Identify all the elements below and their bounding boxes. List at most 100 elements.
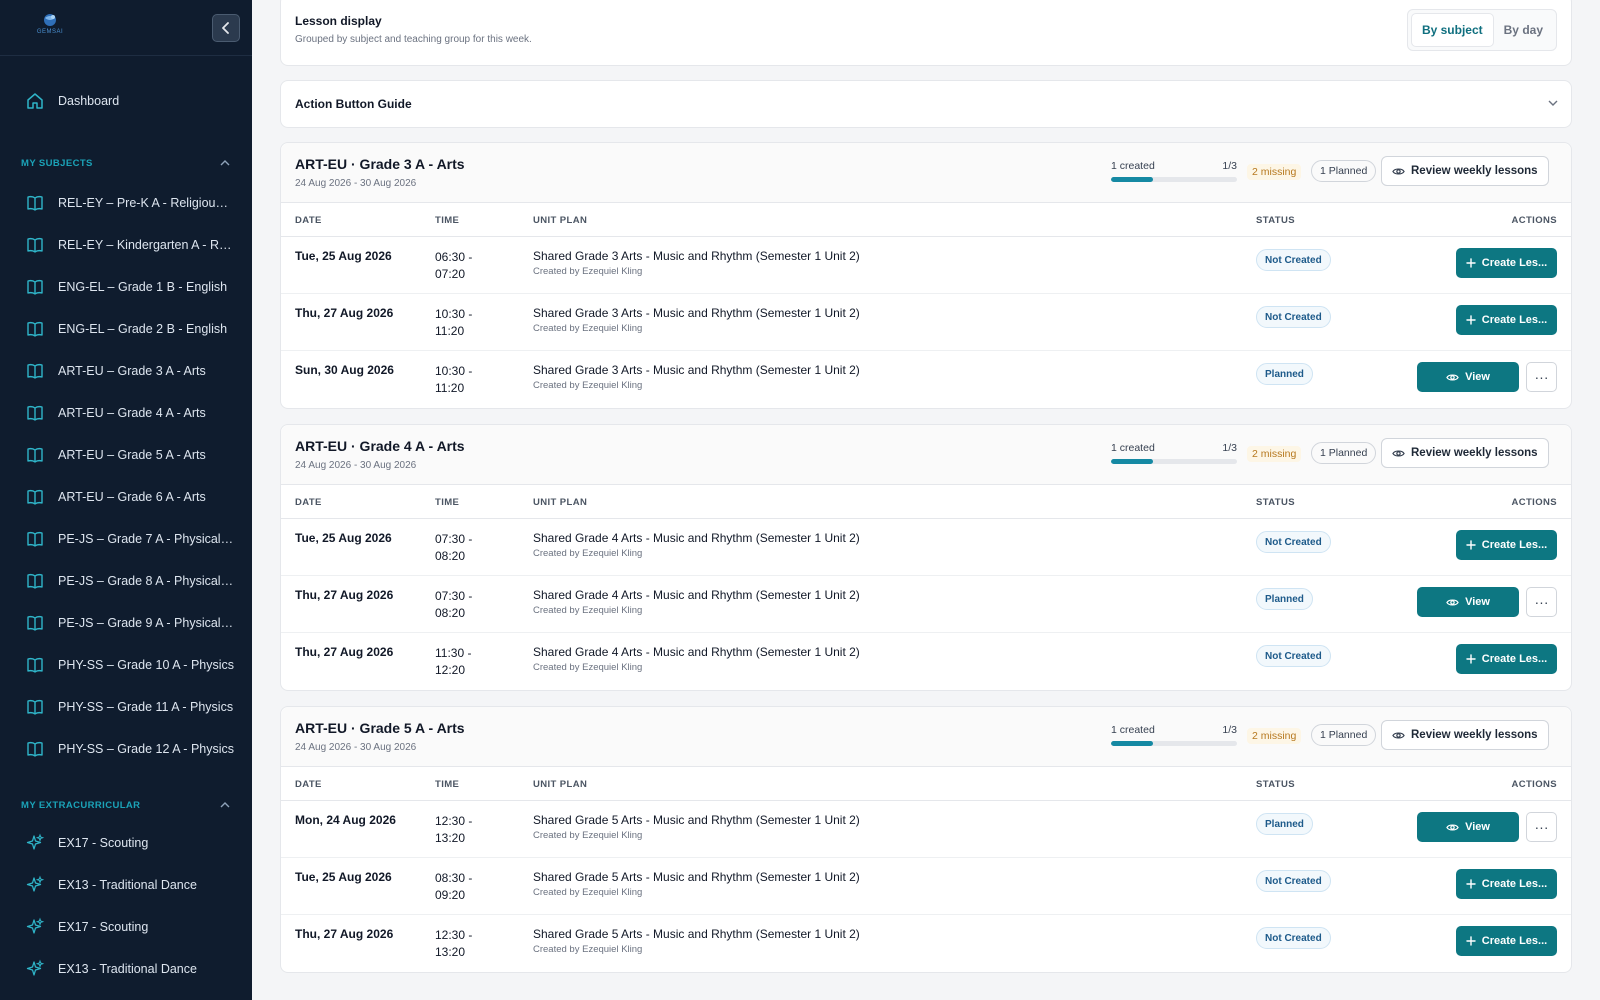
lesson-time: 08:30 - 09:20 — [435, 871, 473, 902]
button-label: View — [1465, 821, 1490, 833]
group-title: ART-EU · Grade 5 A - Arts — [295, 720, 465, 736]
group-progress: 1 created 1/3 — [1111, 160, 1237, 182]
sidebar-item-subject[interactable]: REL-EY – Kindergarten A - Reli... — [0, 224, 252, 266]
status-badge: Not Created — [1256, 306, 1331, 328]
sidebar-item-subject[interactable]: REL-EY – Pre-K A - Religious a... — [0, 182, 252, 224]
unit-plan-title: Shared Grade 5 Arts - Music and Rhythm (… — [533, 927, 860, 941]
unit-plan-title: Shared Grade 4 Arts - Music and Rhythm (… — [533, 588, 860, 602]
table-row: Thu, 27 Aug 2026 11:30 - 12:20 Shared Grad… — [281, 633, 1571, 690]
sidebar-item-label: ART-EU – Grade 6 A - Arts — [58, 490, 206, 504]
create-lesson-button[interactable]: Create Les... — [1456, 644, 1557, 674]
sidebar-item-subject[interactable]: PE-JS – Grade 8 A - Physical E... — [0, 560, 252, 602]
more-options-button[interactable]: ··· — [1526, 812, 1557, 842]
unit-plan-author: Created by Ezequiel Kling — [533, 380, 643, 391]
more-options-button[interactable]: ··· — [1526, 362, 1557, 392]
sidebar-item-extracurricular[interactable]: EX13 - Traditional Dance — [0, 864, 252, 906]
sidebar-item-label: PHY-SS – Grade 10 A - Physics — [58, 658, 234, 672]
sidebar-item-label: EX17 - Scouting — [58, 920, 149, 934]
lesson-date: Tue, 25 Aug 2026 — [295, 531, 392, 545]
my-extracurricular-header[interactable]: MY EXTRACURRICULAR — [0, 792, 252, 818]
plus-icon — [1466, 258, 1476, 268]
create-lesson-button[interactable]: Create Les... — [1456, 869, 1557, 899]
review-weekly-lessons-button[interactable]: Review weekly lessons — [1381, 720, 1549, 750]
sparkle-icon — [24, 916, 46, 938]
sidebar-item-subject[interactable]: PE-JS – Grade 7 A - Physical E... — [0, 518, 252, 560]
unit-plan-title: Shared Grade 5 Arts - Music and Rhythm (… — [533, 813, 860, 827]
book-icon — [24, 276, 46, 298]
status-badge: Planned — [1256, 363, 1313, 385]
unit-plan-title: Shared Grade 3 Arts - Music and Rhythm (… — [533, 306, 860, 320]
sidebar-item-subject[interactable]: ART-EU – Grade 3 A - Arts — [0, 350, 252, 392]
eye-icon — [1446, 373, 1459, 381]
book-icon — [24, 444, 46, 466]
sidebar-item-subject[interactable]: ART-EU – Grade 4 A - Arts — [0, 392, 252, 434]
review-weekly-lessons-button[interactable]: Review weekly lessons — [1381, 438, 1549, 468]
created-ratio: 1/3 — [1222, 442, 1237, 454]
lesson-group-card: ART-EU · Grade 5 A - Arts 24 Aug 2026 - 3… — [280, 706, 1572, 973]
book-icon — [24, 570, 46, 592]
table-row: Tue, 25 Aug 2026 07:30 - 08:20 Shared Grad… — [281, 519, 1571, 576]
view-lesson-button[interactable]: View — [1417, 362, 1519, 392]
create-lesson-button[interactable]: Create Les... — [1456, 248, 1557, 278]
group-header: ART-EU · Grade 3 A - Arts 24 Aug 2026 - 3… — [281, 143, 1571, 203]
sidebar-item-label: PE-JS – Grade 8 A - Physical E... — [58, 574, 234, 588]
book-icon — [24, 360, 46, 382]
sidebar-item-subject[interactable]: ENG-EL – Grade 1 B - English — [0, 266, 252, 308]
progress-bar-fill — [1111, 459, 1153, 464]
sidebar-item-subject[interactable]: ENG-EL – Grade 2 B - English — [0, 308, 252, 350]
sidebar-item-subject[interactable]: PHY-SS – Grade 12 A - Physics — [0, 728, 252, 770]
sidebar-item-subject[interactable]: ART-EU – Grade 6 A - Arts — [0, 476, 252, 518]
lesson-date: Sun, 30 Aug 2026 — [295, 363, 394, 377]
sidebar-item-subject[interactable]: PHY-SS – Grade 11 A - Physics — [0, 686, 252, 728]
header-actions: ACTIONS — [1511, 215, 1557, 226]
create-lesson-button[interactable]: Create Les... — [1456, 305, 1557, 335]
header-status: STATUS — [1256, 779, 1295, 790]
sidebar-item-label: ART-EU – Grade 4 A - Arts — [58, 406, 206, 420]
missing-badge: 2 missing — [1247, 446, 1302, 462]
lesson-display-card: Lesson display Grouped by subject and te… — [280, 0, 1572, 66]
unit-plan-author: Created by Ezequiel Kling — [533, 830, 643, 841]
book-icon — [24, 318, 46, 340]
sidebar-item-subject[interactable]: PHY-SS – Grade 10 A - Physics — [0, 644, 252, 686]
header-unit-plan: UNIT PLAN — [533, 779, 588, 790]
lesson-date: Tue, 25 Aug 2026 — [295, 249, 392, 263]
sidebar-item-extracurricular[interactable]: EX17 - Scouting — [0, 906, 252, 948]
my-subjects-header[interactable]: MY SUBJECTS — [0, 150, 252, 176]
unit-plan-title: Shared Grade 3 Arts - Music and Rhythm (… — [533, 363, 860, 377]
table-row: Sun, 30 Aug 2026 10:30 - 11:20 Shared Grad… — [281, 351, 1571, 408]
plus-icon — [1466, 936, 1476, 946]
sidebar-item-extracurricular[interactable]: EX17 - Scouting — [0, 822, 252, 864]
group-date-range: 24 Aug 2026 - 30 Aug 2026 — [295, 742, 417, 753]
eye-icon — [1392, 167, 1405, 175]
section-title: MY EXTRACURRICULAR — [21, 799, 141, 811]
book-icon — [24, 738, 46, 760]
app-logo[interactable]: GEMSAI — [32, 12, 68, 40]
sidebar-item-extracurricular[interactable]: EX13 - Traditional Dance — [0, 948, 252, 990]
view-lesson-button[interactable]: View — [1417, 587, 1519, 617]
create-lesson-button[interactable]: Create Les... — [1456, 530, 1557, 560]
by-day-toggle[interactable]: By day — [1494, 13, 1553, 47]
unit-plan-author: Created by Ezequiel Kling — [533, 266, 643, 277]
collapse-sidebar-button[interactable] — [212, 14, 240, 42]
by-subject-toggle[interactable]: By subject — [1410, 13, 1494, 47]
more-options-button[interactable]: ··· — [1526, 587, 1557, 617]
lesson-date: Thu, 27 Aug 2026 — [295, 645, 394, 659]
review-weekly-lessons-button[interactable]: Review weekly lessons — [1381, 156, 1549, 186]
sidebar-item-label: PHY-SS – Grade 12 A - Physics — [58, 742, 234, 756]
sidebar-item-subject[interactable]: ART-EU – Grade 5 A - Arts — [0, 434, 252, 476]
unit-plan-author: Created by Ezequiel Kling — [533, 944, 643, 955]
view-lesson-button[interactable]: View — [1417, 812, 1519, 842]
action-button-guide[interactable]: Action Button Guide — [280, 80, 1572, 128]
created-ratio: 1/3 — [1222, 724, 1237, 736]
subjects-list: REL-EY – Pre-K A - Religious a... REL-EY … — [0, 182, 252, 770]
create-lesson-button[interactable]: Create Les... — [1456, 926, 1557, 956]
unit-plan-author: Created by Ezequiel Kling — [533, 323, 643, 334]
sidebar-item-subject[interactable]: PE-JS – Grade 9 A - Physical E... — [0, 602, 252, 644]
sidebar-item-label: ENG-EL – Grade 2 B - English — [58, 322, 228, 336]
sidebar-item-dashboard[interactable]: Dashboard — [0, 80, 252, 122]
status-badge: Not Created — [1256, 870, 1331, 892]
unit-plan-author: Created by Ezequiel Kling — [533, 887, 643, 898]
progress-bar-fill — [1111, 177, 1153, 182]
sidebar-item-label: EX17 - Scouting — [58, 836, 149, 850]
table-row: Mon, 24 Aug 2026 12:30 - 13:20 Shared Grad… — [281, 801, 1571, 858]
